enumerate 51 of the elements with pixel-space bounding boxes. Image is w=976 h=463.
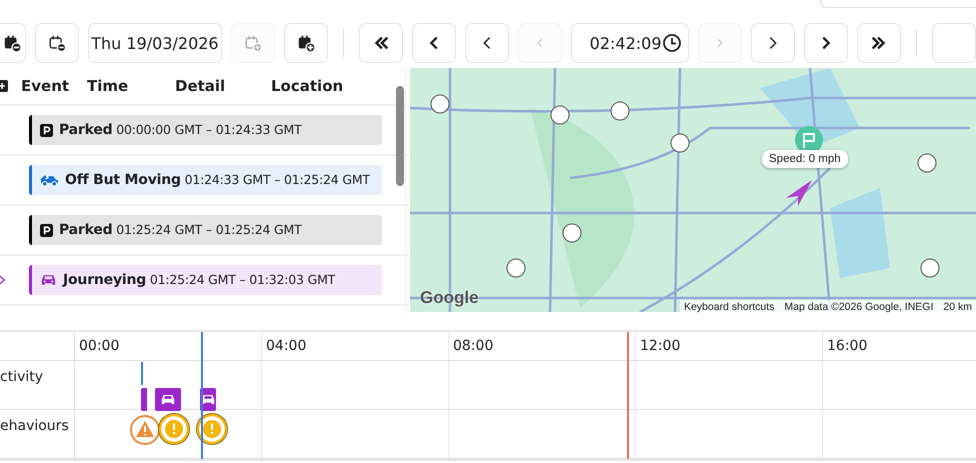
event-text: Parked 00:00:00 GMT – 01:24:33 GMT xyxy=(59,122,302,138)
car-icon xyxy=(40,273,57,287)
clock-icon xyxy=(662,33,682,53)
map-scale: 20 km xyxy=(943,301,972,313)
calendar-button[interactable] xyxy=(0,23,26,63)
previous-button[interactable] xyxy=(412,23,456,63)
rewind-button[interactable] xyxy=(358,23,403,63)
event-line xyxy=(141,362,143,385)
column-header[interactable]: Detail xyxy=(175,77,271,95)
fast-forward-button[interactable] xyxy=(857,23,902,63)
time-tick: 12:00 xyxy=(640,338,680,354)
time-tick: 16:00 xyxy=(827,338,868,354)
event-text: Off But Moving 01:24:33 GMT – 01:25:24 GMT xyxy=(65,172,370,188)
row-label: ctivity xyxy=(0,369,44,385)
column-header[interactable]: Time xyxy=(87,77,175,95)
map-logo: Google xyxy=(420,288,479,308)
next-button[interactable] xyxy=(751,23,796,63)
keyboard-shortcuts-link[interactable]: Keyboard shortcuts xyxy=(684,301,774,313)
column-header[interactable]: Event xyxy=(21,77,87,95)
speed-tooltip: Speed: 0 mph xyxy=(762,150,848,168)
time-tick: 00:00 xyxy=(79,338,120,354)
time-field[interactable]: 02:42:09 xyxy=(570,23,690,63)
tow-truck-icon xyxy=(40,173,59,187)
event-pill[interactable]: Parked 00:00:00 GMT – 01:24:33 GMT xyxy=(29,115,382,145)
alert-icon[interactable] xyxy=(195,412,229,446)
previous-button[interactable] xyxy=(464,23,509,63)
column-header[interactable]: Location xyxy=(271,77,344,95)
alert-icon[interactable] xyxy=(157,412,191,446)
map-attribution: Map data ©2026 Google, INEGI xyxy=(784,301,934,313)
time-value: 02:42:09 xyxy=(590,34,662,52)
parking-icon xyxy=(40,224,53,236)
event-text: Parked 01:25:24 GMT – 01:25:24 GMT xyxy=(59,222,302,238)
time-tick: 04:00 xyxy=(266,338,306,354)
event-pill[interactable]: Journeying 01:25:24 GMT – 01:32:03 GMT xyxy=(29,265,382,295)
event-pill[interactable]: Off But Moving 01:24:33 GMT – 01:25:24 GMT xyxy=(29,165,382,195)
parking-icon xyxy=(40,124,53,136)
car-marker-icon[interactable] xyxy=(155,388,181,411)
date-button[interactable]: Thu 19/03/2026 xyxy=(88,23,222,63)
toolbar-button[interactable] xyxy=(932,23,976,63)
calendar-minus-icon xyxy=(3,34,21,52)
calendar-plus-icon xyxy=(296,34,315,52)
event-pill[interactable]: Parked 01:25:24 GMT – 01:25:24 GMT xyxy=(29,215,382,245)
calendar-button[interactable] xyxy=(284,23,328,63)
time-tick: 08:00 xyxy=(453,338,494,354)
row-label: ehaviours xyxy=(0,418,69,434)
activity-marker[interactable] xyxy=(141,388,147,411)
next-button[interactable] xyxy=(804,23,848,63)
calendar-minus-icon xyxy=(48,34,66,52)
event-text: Journeying 01:25:24 GMT – 01:32:03 GMT xyxy=(63,272,336,288)
calendar-button[interactable] xyxy=(35,23,79,63)
calendar-plus-icon xyxy=(244,34,262,52)
